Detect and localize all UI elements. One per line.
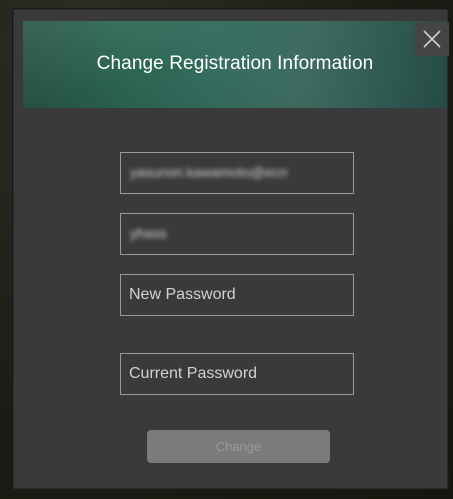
name-field-value: yhass <box>130 225 167 241</box>
change-button[interactable]: Change <box>147 430 330 463</box>
new-password-field[interactable] <box>120 274 354 316</box>
email-field[interactable]: yasunori.kawamoto@ecn <box>120 152 354 194</box>
current-password-field[interactable] <box>120 353 354 395</box>
name-field[interactable]: yhass <box>120 213 354 255</box>
dialog-title: Change Registration Information <box>96 53 374 74</box>
dialog-header: Change Registration Information <box>23 21 447 108</box>
change-registration-dialog: Change Registration Information yasunori… <box>12 8 449 490</box>
email-field-value: yasunori.kawamoto@ecn <box>130 164 288 180</box>
close-button[interactable] <box>415 22 449 56</box>
close-icon <box>423 30 441 48</box>
